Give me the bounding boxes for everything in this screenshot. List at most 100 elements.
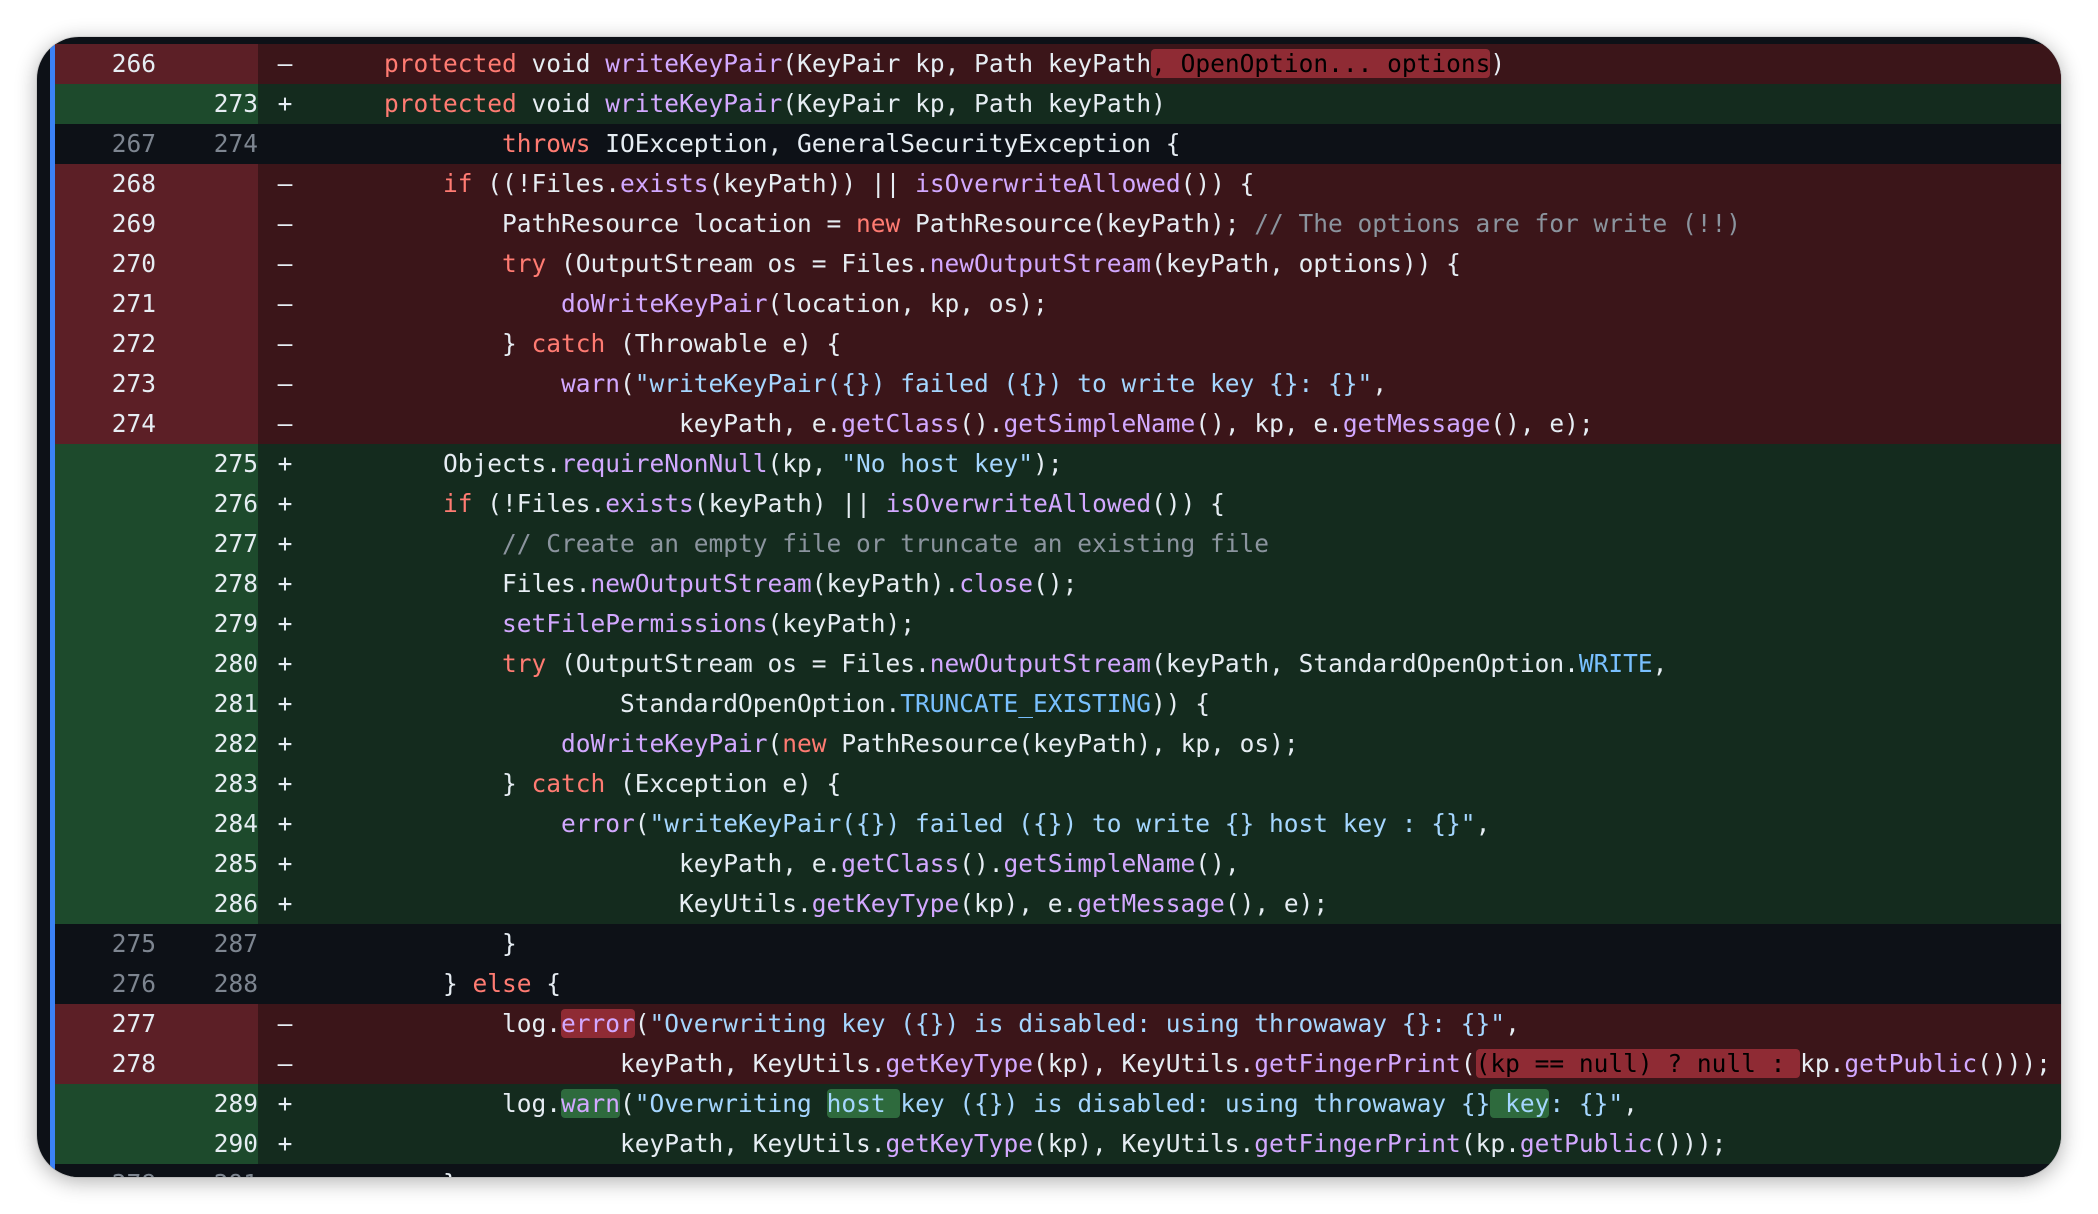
old-line-number[interactable] (55, 484, 156, 524)
new-line-number[interactable]: 286 (156, 884, 258, 924)
old-line-number[interactable] (55, 804, 156, 844)
diff-line-added[interactable]: 286 + KeyUtils.getKeyType(kp), e.getMessa… (55, 884, 2061, 924)
diff-line-removed[interactable]: 278 – keyPath, KeyUtils.getKeyType(kp), K… (55, 1044, 2061, 1084)
new-line-number[interactable]: 284 (156, 804, 258, 844)
code-token: if (443, 489, 473, 518)
old-line-number[interactable]: 274 (55, 404, 156, 444)
diff-line-added[interactable]: 276 + if (!Files.exists(keyPath) || isOve… (55, 484, 2061, 524)
new-line-number[interactable]: 282 (156, 724, 258, 764)
new-line-number[interactable]: 280 (156, 644, 258, 684)
diff-line-added[interactable]: 281 + StandardOpenOption.TRUNCATE_EXISTIN… (55, 684, 2061, 724)
diff-line-removed[interactable]: 270 – try (OutputStream os = Files.newOut… (55, 244, 2061, 284)
old-line-number[interactable] (55, 884, 156, 924)
old-line-number[interactable] (55, 844, 156, 884)
old-line-number[interactable]: 270 (55, 244, 156, 284)
old-line-number[interactable]: 266 (55, 44, 156, 84)
old-line-number[interactable] (55, 444, 156, 484)
diff-line-removed[interactable]: 269 – PathResource location = new PathRes… (55, 204, 2061, 244)
new-line-number[interactable]: 283 (156, 764, 258, 804)
old-line-number[interactable]: 275 (55, 924, 156, 964)
new-line-number[interactable] (156, 364, 258, 404)
old-line-number[interactable]: 277 (55, 1004, 156, 1044)
code-token: (). (959, 849, 1004, 878)
code-token: StandardOpenOption. (325, 689, 901, 718)
diff-line-added[interactable]: 285 + keyPath, e.getClass().getSimpleName… (55, 844, 2061, 884)
new-line-number[interactable] (156, 324, 258, 364)
new-line-number[interactable] (156, 404, 258, 444)
new-line-number[interactable] (156, 284, 258, 324)
diff-line-added[interactable]: 280 + try (OutputStream os = Files.newOut… (55, 644, 2061, 684)
new-line-number[interactable]: 276 (156, 484, 258, 524)
old-line-number[interactable] (55, 644, 156, 684)
old-line-number[interactable] (55, 524, 156, 564)
diff-line-added[interactable]: 278 + Files.newOutputStream(keyPath).clos… (55, 564, 2061, 604)
old-line-number[interactable] (55, 684, 156, 724)
diff-line-added[interactable]: 279 + setFilePermissions(keyPath); (55, 604, 2061, 644)
new-line-number[interactable]: 274 (156, 124, 258, 164)
code-token: , (1475, 809, 1491, 838)
new-line-number[interactable] (156, 164, 258, 204)
code-token: (Exception e) { (605, 769, 842, 798)
diff-line-added[interactable]: 284 + error("writeKeyPair({}) failed ({})… (55, 804, 2061, 844)
new-line-number[interactable] (156, 44, 258, 84)
old-line-number[interactable] (55, 1124, 156, 1164)
old-line-number[interactable]: 271 (55, 284, 156, 324)
new-line-number[interactable] (156, 1044, 258, 1084)
diff-line-added[interactable]: 283 + } catch (Exception e) { (55, 764, 2061, 804)
diff-line-added[interactable]: 290 + keyPath, KeyUtils.getKeyType(kp), K… (55, 1124, 2061, 1164)
diff-line-context[interactable]: 276 288 } else { (55, 964, 2061, 1004)
new-line-number[interactable]: 273 (156, 84, 258, 124)
old-line-number[interactable] (55, 564, 156, 604)
new-line-number[interactable]: 291 (156, 1164, 258, 1177)
code-token: log. (325, 1089, 562, 1118)
old-line-number[interactable]: 267 (55, 124, 156, 164)
new-line-number[interactable]: 289 (156, 1084, 258, 1124)
diff-line-removed[interactable]: 266 – protected void writeKeyPair(KeyPair… (55, 44, 2061, 84)
new-line-number[interactable]: 285 (156, 844, 258, 884)
diff-line-removed[interactable]: 273 – warn("writeKeyPair({}) failed ({}) … (55, 364, 2061, 404)
diff-line-removed[interactable]: 272 – } catch (Throwable e) { (55, 324, 2061, 364)
new-line-number[interactable]: 287 (156, 924, 258, 964)
old-line-number[interactable] (55, 724, 156, 764)
code-token: if (443, 169, 473, 198)
old-line-number[interactable]: 278 (55, 1164, 156, 1177)
diff-line-context[interactable]: 267 274 throws IOException, GeneralSecuri… (55, 124, 2061, 164)
diff-line-added[interactable]: 273 + protected void writeKeyPair(KeyPair… (55, 84, 2061, 124)
diff-line-removed[interactable]: 271 – doWriteKeyPair(location, kp, os); (55, 284, 2061, 324)
diff-line-removed[interactable]: 274 – keyPath, e.getClass().getSimpleName… (55, 404, 2061, 444)
new-line-number[interactable]: 277 (156, 524, 258, 564)
new-line-number[interactable]: 275 (156, 444, 258, 484)
diff-line-context[interactable]: 275 287 } (55, 924, 2061, 964)
diff-line-added[interactable]: 277 + // Create an empty file or truncate… (55, 524, 2061, 564)
new-line-number[interactable]: 278 (156, 564, 258, 604)
diff-line-context[interactable]: 278291 } (55, 1164, 2061, 1177)
line-number-gutter: 282 (55, 724, 258, 764)
diff-line-added[interactable]: 275 + Objects.requireNonNull(kp, "No host… (55, 444, 2061, 484)
new-line-number[interactable] (156, 204, 258, 244)
old-line-number[interactable]: 272 (55, 324, 156, 364)
code-token: (keyPath) || (693, 489, 886, 518)
old-line-number[interactable] (55, 604, 156, 644)
old-line-number[interactable] (55, 764, 156, 804)
old-line-number[interactable]: 268 (55, 164, 156, 204)
old-line-number[interactable]: 276 (55, 964, 156, 1004)
diff-line-added[interactable]: 282 + doWriteKeyPair(new PathResource(key… (55, 724, 2061, 764)
new-line-number[interactable] (156, 244, 258, 284)
new-line-number[interactable]: 290 (156, 1124, 258, 1164)
diff-line-removed[interactable]: 277 – log.error("Overwriting key ({}) is … (55, 1004, 2061, 1044)
old-line-number[interactable]: 269 (55, 204, 156, 244)
diff-line-removed[interactable]: 268 – if ((!Files.exists(keyPath)) || isO… (55, 164, 2061, 204)
new-line-number[interactable]: 288 (156, 964, 258, 1004)
old-line-number[interactable]: 278 (55, 1044, 156, 1084)
new-line-number[interactable]: 281 (156, 684, 258, 724)
old-line-number[interactable] (55, 1084, 156, 1124)
code-token: (location, kp, os); (767, 289, 1048, 318)
old-line-number[interactable]: 273 (55, 364, 156, 404)
old-line-number[interactable] (55, 84, 156, 124)
diff-viewer: 266– protected void writeKeyPair(KeyPair… (37, 37, 2061, 1177)
new-line-number[interactable] (156, 1004, 258, 1044)
diff-line-added[interactable]: 289 + log.warn("Overwriting host key ({})… (55, 1084, 2061, 1124)
new-line-number[interactable]: 279 (156, 604, 258, 644)
code-token: writeKeyPair (605, 89, 783, 118)
